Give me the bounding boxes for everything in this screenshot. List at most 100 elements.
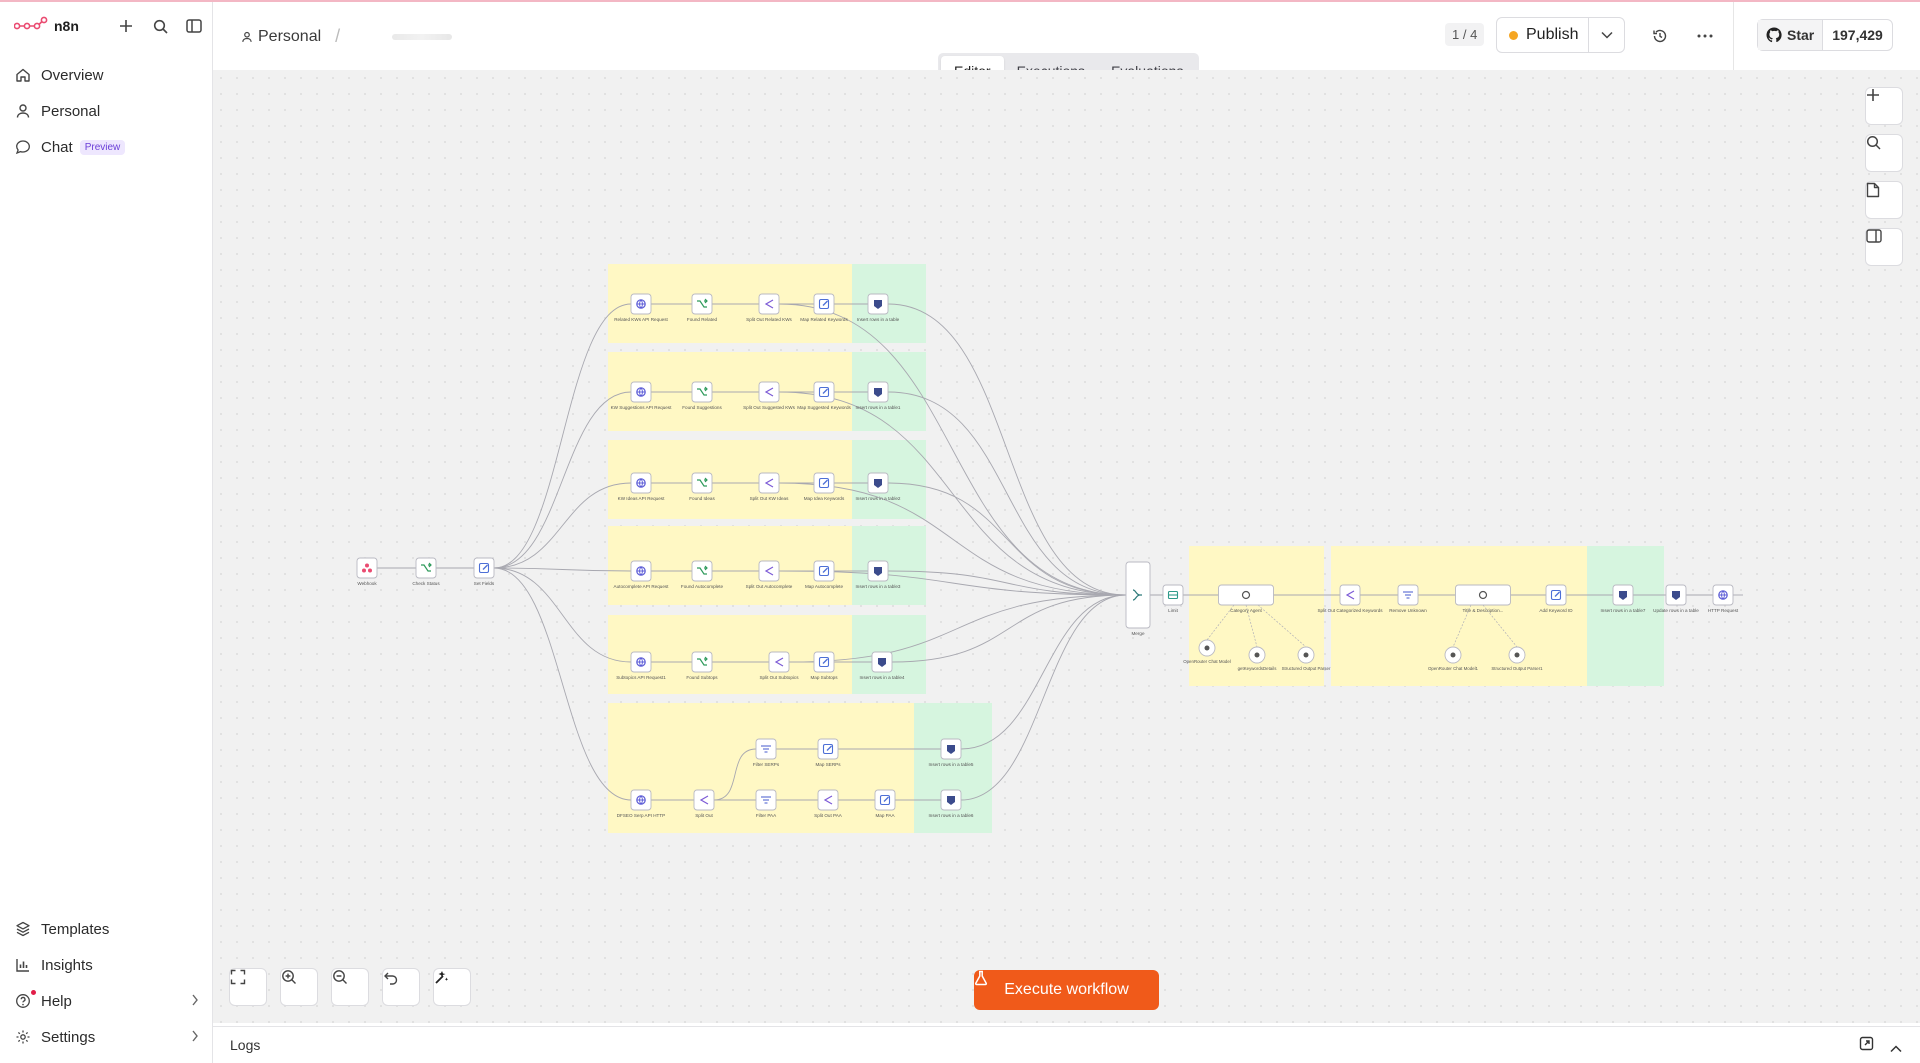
workflow-node[interactable] bbox=[691, 651, 713, 673]
sub-node[interactable] bbox=[1508, 646, 1526, 664]
sidebar-item-help[interactable]: Help bbox=[0, 983, 213, 1019]
sidebar-item-chat[interactable]: Chat Preview bbox=[0, 129, 213, 165]
workflow-name-redacted[interactable] bbox=[392, 33, 453, 40]
sub-node[interactable] bbox=[1248, 646, 1266, 664]
sidebar-item-settings[interactable]: Settings bbox=[0, 1019, 213, 1055]
workflow-node[interactable] bbox=[691, 293, 713, 315]
workflow-node[interactable] bbox=[356, 557, 378, 579]
workflow-node[interactable] bbox=[758, 560, 780, 582]
workflow-node[interactable] bbox=[813, 293, 835, 315]
sidebar-item-personal[interactable]: Personal bbox=[0, 93, 213, 129]
search-icon[interactable] bbox=[150, 16, 170, 36]
node-label: Merge bbox=[1131, 631, 1144, 636]
workflow-node[interactable] bbox=[1455, 584, 1511, 606]
workflow-node[interactable] bbox=[630, 789, 652, 811]
workflow-node[interactable] bbox=[1612, 584, 1634, 606]
chevron-up-icon[interactable] bbox=[1890, 1040, 1902, 1058]
n8n-logo-icon[interactable] bbox=[13, 16, 48, 37]
more-options-icon[interactable] bbox=[1695, 26, 1715, 46]
plus-icon[interactable] bbox=[116, 16, 136, 36]
sticky-note[interactable] bbox=[1331, 546, 1591, 686]
workflow-node[interactable] bbox=[817, 789, 839, 811]
workflow-node[interactable] bbox=[1545, 584, 1567, 606]
publish-button[interactable]: Publish bbox=[1497, 18, 1589, 52]
fit-view-button[interactable] bbox=[229, 968, 267, 1006]
github-star-button[interactable]: Star bbox=[1758, 20, 1824, 50]
workflow-node[interactable] bbox=[691, 381, 713, 403]
sticky-note[interactable] bbox=[852, 264, 926, 343]
workflow-graph[interactable]: Webhook Check Status Set Fields Related KWs… bbox=[213, 70, 1920, 1023]
node-label: Insert rows in a table6 bbox=[929, 813, 974, 818]
workflow-node[interactable] bbox=[874, 789, 896, 811]
sticky-note[interactable] bbox=[1587, 546, 1664, 686]
workflow-canvas[interactable]: Webhook Check Status Set Fields Related KWs… bbox=[213, 70, 1920, 1023]
workflow-node[interactable] bbox=[867, 472, 889, 494]
workflow-node[interactable] bbox=[691, 560, 713, 582]
workflow-node[interactable] bbox=[1712, 584, 1734, 606]
undo-button[interactable] bbox=[382, 968, 420, 1006]
sticky-note[interactable] bbox=[852, 526, 926, 605]
workflow-node[interactable] bbox=[758, 293, 780, 315]
sidebar-item-overview[interactable]: Overview bbox=[0, 57, 213, 93]
connection-line[interactable] bbox=[891, 594, 1127, 663]
workflow-node[interactable] bbox=[1665, 584, 1687, 606]
sticky-note[interactable] bbox=[852, 352, 926, 431]
workflow-node[interactable] bbox=[813, 651, 835, 673]
workflow-node[interactable] bbox=[813, 472, 835, 494]
workflow-node[interactable] bbox=[415, 557, 437, 579]
workflow-node[interactable] bbox=[1339, 584, 1361, 606]
add-node-button[interactable] bbox=[1865, 87, 1903, 125]
sticky-note-button[interactable] bbox=[1865, 181, 1903, 219]
workflow-node[interactable] bbox=[813, 381, 835, 403]
workflow-node[interactable] bbox=[871, 651, 893, 673]
workflow-node[interactable] bbox=[1125, 561, 1151, 629]
workflow-node[interactable] bbox=[758, 472, 780, 494]
workflow-node[interactable] bbox=[768, 651, 790, 673]
chevron-down-icon bbox=[1600, 31, 1613, 39]
workflow-node[interactable] bbox=[630, 293, 652, 315]
tidy-up-button[interactable] bbox=[433, 968, 471, 1006]
workflow-node[interactable] bbox=[1218, 584, 1274, 606]
workflow-node[interactable] bbox=[630, 560, 652, 582]
workflow-node[interactable] bbox=[867, 381, 889, 403]
zoom-out-button[interactable] bbox=[331, 968, 369, 1006]
search-nodes-button[interactable] bbox=[1865, 134, 1903, 172]
sidebar-item-templates[interactable]: Templates bbox=[0, 911, 213, 947]
logs-bar[interactable]: Logs bbox=[213, 1026, 1920, 1063]
side-panel-toggle-button[interactable] bbox=[1865, 228, 1903, 266]
zoom-in-button[interactable] bbox=[280, 968, 318, 1006]
workflow-node[interactable] bbox=[630, 472, 652, 494]
workflow-node[interactable] bbox=[817, 738, 839, 760]
sidebar-item-insights[interactable]: Insights bbox=[0, 947, 213, 983]
workflow-node[interactable] bbox=[867, 560, 889, 582]
workflow-node[interactable] bbox=[473, 557, 495, 579]
workflow-node[interactable] bbox=[813, 560, 835, 582]
workflow-node[interactable] bbox=[940, 789, 962, 811]
workflow-node[interactable] bbox=[1397, 584, 1419, 606]
sticky-note[interactable] bbox=[1189, 546, 1324, 686]
sub-node[interactable] bbox=[1297, 646, 1315, 664]
sidebar-item-label: Overview bbox=[41, 66, 104, 84]
sidebar-toggle-icon[interactable] bbox=[184, 16, 204, 36]
publish-dropdown-button[interactable] bbox=[1589, 31, 1624, 39]
sticky-note[interactable] bbox=[852, 440, 926, 519]
workflow-node[interactable] bbox=[758, 381, 780, 403]
sub-node[interactable] bbox=[1444, 646, 1462, 664]
workflow-node[interactable] bbox=[630, 651, 652, 673]
workflow-node[interactable] bbox=[691, 472, 713, 494]
node-label: Check Status bbox=[412, 581, 440, 586]
workflow-node[interactable] bbox=[755, 789, 777, 811]
github-star-count[interactable]: 197,429 bbox=[1823, 20, 1892, 50]
history-icon[interactable] bbox=[1650, 26, 1670, 46]
sub-node[interactable] bbox=[1198, 639, 1216, 657]
workflow-node[interactable] bbox=[693, 789, 715, 811]
version-pager[interactable]: 1 / 4 bbox=[1445, 23, 1485, 46]
pop-out-icon[interactable] bbox=[1859, 1036, 1874, 1056]
execute-workflow-button[interactable]: Execute workflow bbox=[974, 970, 1159, 1010]
workflow-node[interactable] bbox=[940, 738, 962, 760]
workflow-node[interactable] bbox=[755, 738, 777, 760]
breadcrumb-project[interactable]: Personal bbox=[258, 28, 321, 46]
workflow-node[interactable] bbox=[630, 381, 652, 403]
workflow-node[interactable] bbox=[867, 293, 889, 315]
workflow-node[interactable] bbox=[1162, 584, 1184, 606]
